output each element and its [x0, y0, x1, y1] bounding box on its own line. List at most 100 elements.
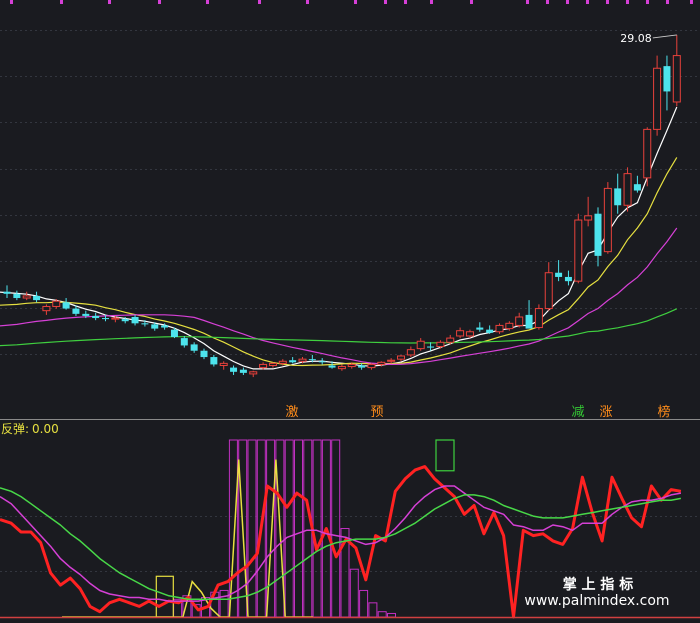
candle-body [534, 308, 543, 329]
candle-body [268, 362, 277, 366]
candle-body [52, 300, 61, 307]
top-tick [158, 0, 161, 4]
candle-body [121, 319, 129, 322]
candle-body [249, 371, 258, 375]
candle-body [603, 187, 612, 253]
magenta-bar [359, 589, 369, 618]
candle-body [347, 363, 356, 368]
candle-body [92, 315, 100, 319]
candlesticks [3, 34, 681, 378]
top-tick [626, 0, 629, 4]
top-tick [108, 0, 111, 4]
top-tick [354, 0, 357, 4]
candle-body [427, 346, 435, 348]
candle-body [564, 276, 572, 282]
candle-body [219, 362, 228, 366]
candle-body [161, 325, 169, 328]
top-tick [10, 0, 13, 4]
candle-body [230, 367, 238, 372]
candle-body [102, 318, 109, 320]
magenta-bar [331, 439, 341, 618]
candle-body [465, 331, 474, 337]
candle-body [436, 341, 445, 348]
indicator-header: 反弹: 0.00 [1, 422, 59, 436]
magenta-bar [377, 611, 387, 618]
candle-body [62, 302, 70, 309]
gridlines [0, 30, 700, 572]
candle-body [495, 324, 504, 333]
top-tick [258, 0, 261, 4]
candle-body [614, 188, 622, 206]
top-tick-marks [10, 0, 693, 4]
top-tick [384, 0, 387, 4]
signal-marker: 涨 [599, 405, 612, 420]
candle-body [486, 329, 494, 333]
candle-body [653, 67, 662, 130]
signal-marker: 榜 [657, 404, 670, 420]
candle-body [672, 55, 681, 103]
top-tick [690, 0, 693, 4]
candle-body [633, 184, 641, 191]
candle-body [190, 344, 198, 351]
top-tick [606, 0, 609, 4]
candle-body [337, 366, 346, 370]
candle-body [72, 308, 80, 314]
candle-body [446, 337, 455, 343]
top-tick [430, 0, 433, 4]
magenta-bar [303, 439, 313, 618]
top-tick [306, 0, 309, 4]
candle-body [387, 359, 396, 362]
candle-body [42, 305, 51, 312]
top-tick [470, 0, 473, 4]
high-price-callout: 29.08 [620, 32, 677, 45]
candle-body [643, 128, 652, 179]
magenta-bar [368, 602, 378, 618]
watermark-url: www.palmindex.com [524, 593, 669, 609]
top-tick [586, 0, 589, 4]
candle-body [318, 361, 326, 363]
indicator-magenta-bars [173, 439, 396, 618]
candle-body [367, 363, 376, 369]
candle-body [200, 350, 208, 358]
chart-svg: 29.08 激 预 减涨 榜 反弹: 0.00 掌 上 指 标 www.palmind… [0, 0, 700, 619]
candle-body [13, 293, 21, 299]
magenta-bar [219, 589, 229, 618]
top-tick [404, 0, 407, 4]
signal-marker: 激 [285, 405, 298, 420]
watermark: 掌 上 指 标 www.palmindex.com [524, 576, 669, 609]
candle-body [33, 295, 41, 301]
candle-body [544, 272, 553, 310]
magenta-bar [387, 612, 396, 618]
candle-body [151, 324, 159, 329]
candle-body [259, 363, 268, 369]
signal-marker: 预 [370, 405, 383, 420]
candle-body [82, 313, 90, 316]
top-tick [666, 0, 669, 4]
candle-body [377, 361, 386, 365]
top-tick [566, 0, 569, 4]
candle-body [210, 357, 218, 365]
indicator-title: 反弹: [1, 422, 29, 436]
candle-body [476, 327, 484, 330]
candle-body [555, 272, 563, 277]
candle-body [22, 295, 31, 299]
candle-body [623, 173, 632, 206]
candle-body [328, 365, 336, 368]
candle-body [239, 369, 247, 373]
candle-body [416, 340, 425, 350]
candle-body [298, 358, 307, 362]
candle-body [397, 355, 405, 360]
indicator-boxes [435, 439, 455, 472]
candle-body [131, 317, 139, 324]
candle-body [3, 291, 11, 294]
candle-body [358, 365, 366, 368]
candle-body [278, 360, 287, 364]
top-tick [526, 0, 529, 4]
candle-body [111, 317, 120, 320]
magenta-bar [247, 439, 257, 618]
candle-body [594, 213, 602, 256]
top-tick [206, 0, 209, 4]
candle-body [141, 323, 149, 325]
candle-body [308, 359, 316, 361]
candle-body [515, 316, 524, 326]
